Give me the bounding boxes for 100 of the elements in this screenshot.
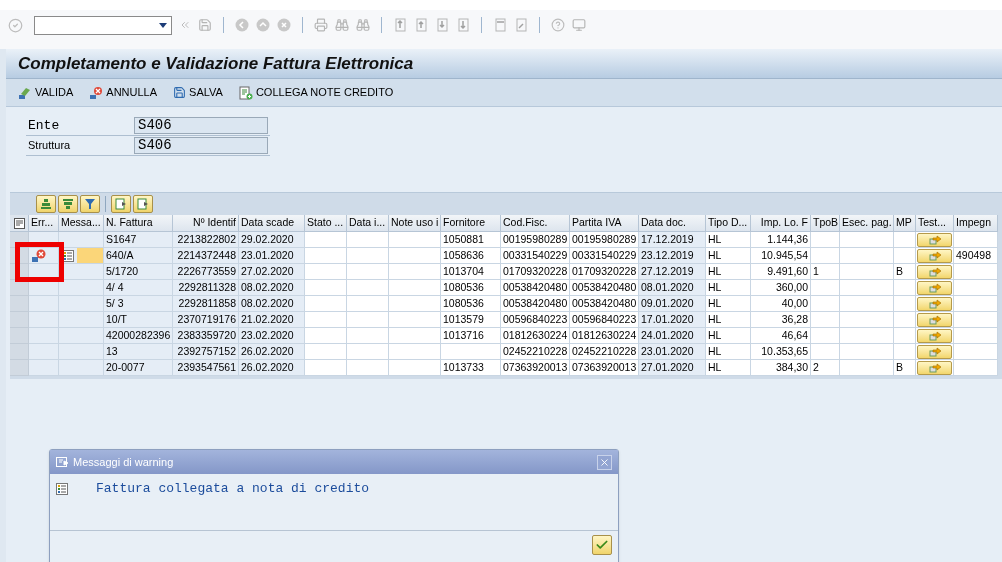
table-cell: B xyxy=(894,360,916,376)
cancel-icon[interactable] xyxy=(277,18,291,32)
table-cell: HL xyxy=(706,248,751,264)
table-cell xyxy=(840,264,894,280)
column-header[interactable]: Tipo D... xyxy=(706,215,751,232)
pen-check-icon xyxy=(18,85,32,100)
table-cell: 00195980289 xyxy=(501,232,570,248)
table-cell: 27.01.2020 xyxy=(639,360,706,376)
column-header[interactable]: Data scade xyxy=(239,215,305,232)
table-cell: HL xyxy=(706,328,751,344)
back-icon[interactable] xyxy=(235,18,249,32)
confirm-button[interactable] xyxy=(592,535,612,555)
column-header[interactable]: Stato ... xyxy=(305,215,347,232)
input-field[interactable]: S406 xyxy=(134,137,268,154)
arrow-icon xyxy=(927,250,942,261)
find-icon[interactable] xyxy=(335,18,349,32)
toolbar-button[interactable]: SALVA xyxy=(173,84,223,101)
table-cell: 21.02.2020 xyxy=(239,312,305,328)
table-cell: 1 xyxy=(811,264,840,280)
previous-page-icon[interactable] xyxy=(414,18,428,32)
message-cell[interactable] xyxy=(59,360,104,376)
toolbar-button[interactable]: COLLEGA NOTE CREDITO xyxy=(238,84,394,101)
table-cell: 2213822802 xyxy=(173,232,239,248)
command-field[interactable] xyxy=(34,15,172,35)
error-cell[interactable] xyxy=(29,360,59,376)
monitor-icon[interactable] xyxy=(572,18,586,32)
column-header[interactable]: Partita IVA xyxy=(570,215,639,232)
close-icon xyxy=(599,456,610,468)
first-page-icon[interactable] xyxy=(393,18,407,32)
error-icon[interactable] xyxy=(31,248,47,263)
print-icon[interactable] xyxy=(314,18,328,32)
message-cell[interactable] xyxy=(59,344,104,360)
arrow-icon xyxy=(927,266,942,277)
message-cell[interactable] xyxy=(59,328,104,344)
sort-descending-button[interactable] xyxy=(58,195,78,213)
next-page-icon[interactable] xyxy=(435,18,449,32)
table-cell: 23.01.2020 xyxy=(639,344,706,360)
column-header[interactable]: Nº Identif xyxy=(173,215,239,232)
find-next-icon[interactable] xyxy=(356,18,370,32)
table-cell: 09.01.2020 xyxy=(639,296,706,312)
error-cell[interactable] xyxy=(29,248,59,264)
column-header[interactable]: Err... xyxy=(29,215,59,232)
column-header[interactable]: Data i... xyxy=(347,215,389,232)
column-header[interactable]: Note uso i xyxy=(389,215,441,232)
input-field[interactable]: S406 xyxy=(134,117,268,134)
row-selector[interactable] xyxy=(10,280,29,296)
shortcut-icon[interactable] xyxy=(514,18,528,32)
enter-icon[interactable] xyxy=(8,17,23,33)
table-cell xyxy=(389,248,441,264)
column-header[interactable]: MP xyxy=(894,215,916,232)
column-header[interactable]: Imp. Lo. F xyxy=(751,215,811,232)
error-cell[interactable] xyxy=(29,328,59,344)
up-icon[interactable] xyxy=(256,18,270,32)
column-header[interactable]: Data doc. xyxy=(639,215,706,232)
column-header[interactable]: Impegn xyxy=(954,215,998,232)
table-cell: HL xyxy=(706,344,751,360)
column-header[interactable]: N. Fattura xyxy=(104,215,173,232)
table-cell: HL xyxy=(706,264,751,280)
table-cell: 27.12.2019 xyxy=(639,264,706,280)
sort-ascending-button[interactable] xyxy=(36,195,56,213)
export-button[interactable] xyxy=(111,195,131,213)
last-page-icon[interactable] xyxy=(456,18,470,32)
table-cell xyxy=(811,344,840,360)
table-cell xyxy=(347,328,389,344)
column-header[interactable]: Esec. pag. xyxy=(840,215,894,232)
message-list-icon xyxy=(62,249,74,262)
column-header[interactable]: Fornitore xyxy=(441,215,501,232)
close-button[interactable] xyxy=(597,454,612,470)
column-header[interactable]: Test... xyxy=(916,215,954,232)
sort-ascending-icon xyxy=(40,198,52,210)
layout-button[interactable] xyxy=(133,195,153,213)
table-cell: 24.01.2020 xyxy=(639,328,706,344)
column-settings-icon[interactable] xyxy=(13,217,25,229)
toolbar-button[interactable]: VALIDA xyxy=(18,84,74,101)
error-cell[interactable] xyxy=(29,312,59,328)
save-icon[interactable] xyxy=(198,18,212,32)
table-cell: HL xyxy=(706,312,751,328)
table-cell: 1013733 xyxy=(441,360,501,376)
message-cell[interactable] xyxy=(59,312,104,328)
message-cell[interactable] xyxy=(59,232,104,248)
column-header[interactable]: Cod.Fisc. xyxy=(501,215,570,232)
help-icon[interactable] xyxy=(551,18,565,32)
toolbar-button[interactable]: ANNULLA xyxy=(89,84,158,101)
message-cell[interactable] xyxy=(59,280,104,296)
table-cell: 00596840223 xyxy=(501,312,570,328)
column-header[interactable]: Messa... xyxy=(59,215,104,232)
error-cell[interactable] xyxy=(29,344,59,360)
sort-descending-icon xyxy=(62,198,74,210)
message-cell[interactable] xyxy=(59,296,104,312)
table-cell xyxy=(840,328,894,344)
column-header[interactable]: TpoB xyxy=(811,215,840,232)
error-cell[interactable] xyxy=(29,296,59,312)
filter-button[interactable] xyxy=(80,195,100,213)
table-cell: 00331540229 xyxy=(570,248,639,264)
new-window-icon[interactable] xyxy=(493,18,507,32)
collapse-icon[interactable] xyxy=(179,19,191,31)
caret-icon[interactable] xyxy=(159,22,167,28)
layout-icon xyxy=(137,198,149,210)
table-cell: 640/A xyxy=(104,248,173,264)
table-cell: 02452210228 xyxy=(570,344,639,360)
